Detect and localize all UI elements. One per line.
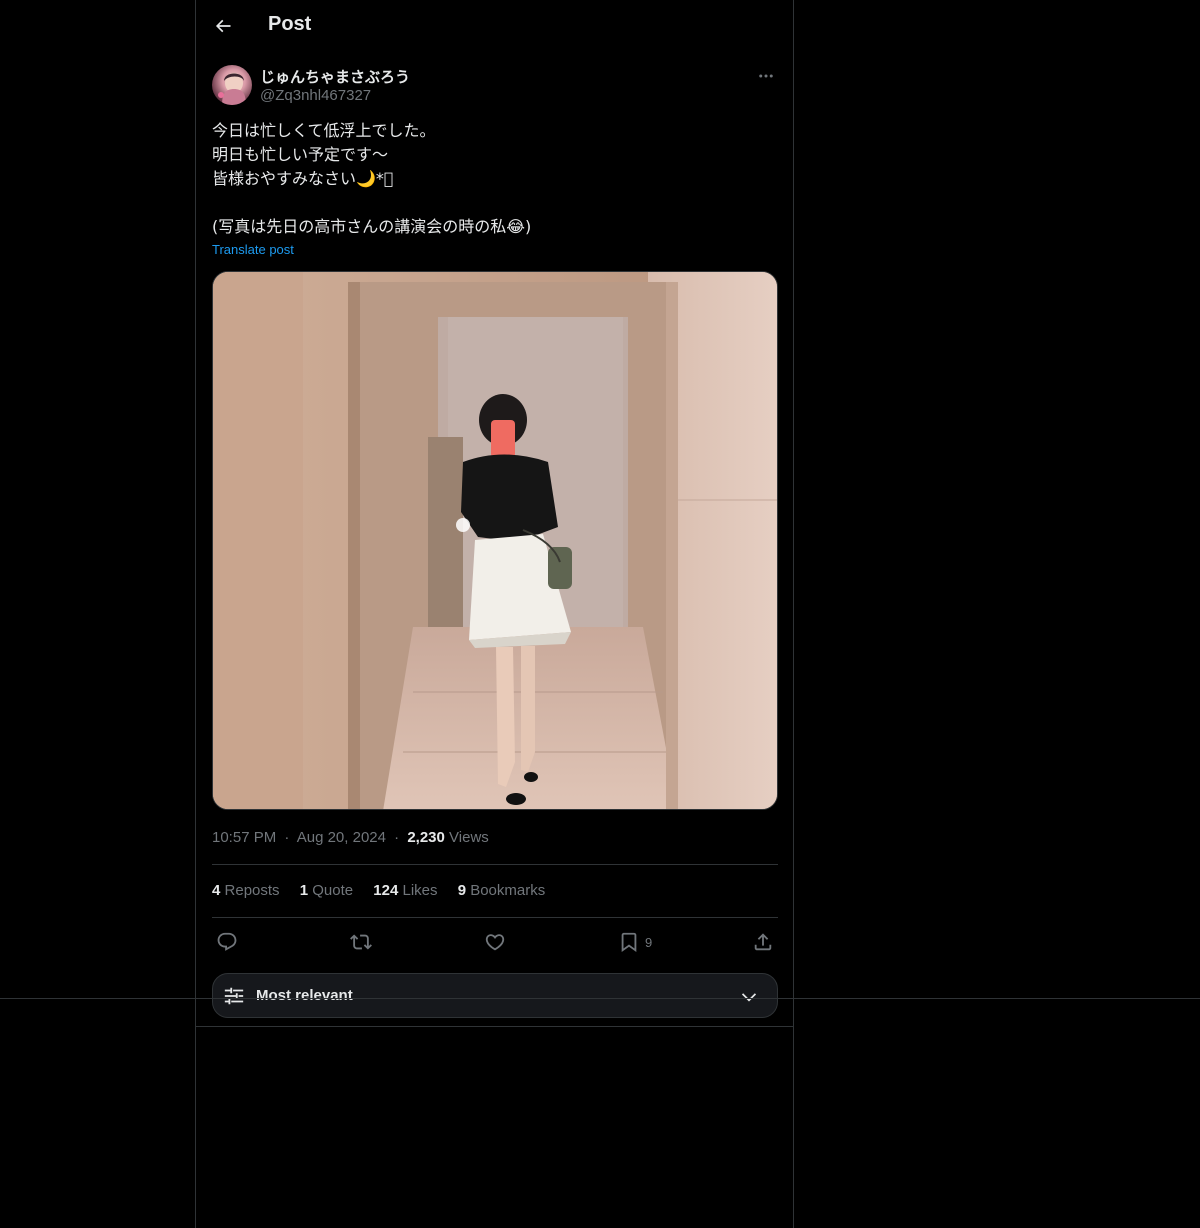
like-button[interactable] [484, 926, 506, 958]
quotes-count: 1 [299, 882, 309, 899]
mirror-selfie-photo [213, 272, 777, 809]
meta-separator: · [284, 829, 290, 846]
post-photo[interactable] [212, 271, 778, 810]
quotes-label: Quote [312, 882, 354, 899]
sort-label: Most relevant [256, 987, 353, 1004]
reply-sort-dropdown[interactable]: Most relevant [212, 973, 778, 1018]
quotes-stat[interactable]: 1 Quote [300, 882, 353, 899]
author-handle[interactable]: @Zq3nhl467327 [260, 87, 371, 104]
post-author: じゅんちゃまさぶろう @Zq3nhl467327 [212, 64, 778, 108]
reply-icon [217, 932, 237, 951]
post-time[interactable]: 10:57 PM [212, 829, 276, 846]
views-count: 2,230 [407, 829, 445, 846]
chevron-down-icon [741, 993, 757, 1002]
share-icon [754, 933, 772, 951]
bookmark-count: 9 [645, 934, 653, 950]
repost-icon [350, 934, 372, 950]
translate-post-link[interactable]: Translate post [212, 242, 294, 257]
bookmarks-count: 9 [457, 882, 467, 899]
more-button[interactable] [754, 64, 778, 88]
post-header: Post [196, 0, 795, 54]
reply-button[interactable] [216, 926, 238, 958]
page-title: Post [268, 13, 312, 35]
share-button[interactable] [752, 926, 774, 958]
views-label: Views [449, 829, 489, 846]
post-meta: 10:57 PM · Aug 20, 2024 · 2,230 Views [212, 829, 489, 846]
post-column: Post じゅんちゃまさぶろう @Zq3nhl467327 今日は忙しくて低浮上… [195, 0, 794, 1228]
back-button[interactable] [206, 9, 240, 43]
reposts-label: Reposts [224, 882, 280, 899]
bookmarks-stat[interactable]: 9 Bookmarks [458, 882, 546, 899]
avatar-image [218, 73, 246, 105]
horizontal-guide-line [0, 998, 1200, 999]
heart-icon [485, 934, 505, 951]
sliders-icon [224, 987, 244, 1005]
column-divider [195, 1026, 794, 1027]
reposts-stat[interactable]: 4 Reposts [212, 882, 280, 899]
post-date[interactable]: Aug 20, 2024 [297, 829, 386, 846]
divider [212, 864, 778, 865]
reposts-count: 4 [212, 882, 221, 899]
bookmark-icon [621, 932, 637, 953]
likes-stat[interactable]: 124 Likes [373, 882, 437, 899]
action-bar: 9 [212, 926, 778, 958]
author-display-name[interactable]: じゅんちゃまさぶろう [260, 66, 410, 87]
avatar[interactable] [212, 65, 252, 105]
post-stats: 4 Reposts 1 Quote 124 Likes 9 Bookmarks [212, 882, 561, 899]
likes-label: Likes [402, 882, 438, 899]
divider [212, 917, 778, 918]
likes-count: 124 [373, 882, 399, 899]
bookmark-button[interactable]: 9 [618, 926, 652, 958]
post-text: 今日は忙しくて低浮上でした。 明日も忙しい予定です〜 皆様おやすみなさい🌙*ﾟ … [212, 121, 532, 236]
bookmarks-label: Bookmarks [470, 882, 546, 899]
arrow-left-icon [215, 19, 231, 33]
more-horizontal-icon [759, 74, 773, 78]
meta-separator-2: · [394, 829, 400, 846]
repost-button[interactable] [350, 926, 372, 958]
